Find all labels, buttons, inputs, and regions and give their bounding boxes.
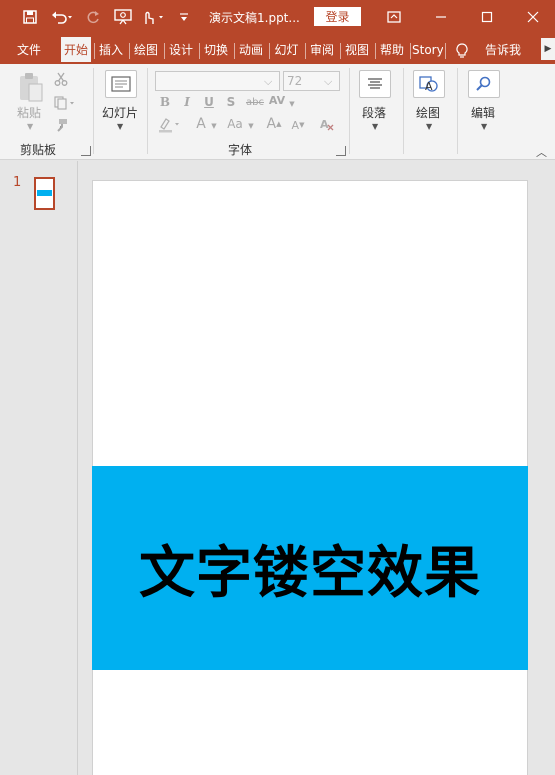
tab-view[interactable]: 视图 [342, 37, 372, 64]
slide-thumbnail[interactable] [34, 177, 55, 210]
font-size-dropdown-icon[interactable]: ⌵ [324, 73, 332, 91]
svg-text:A: A [425, 80, 433, 93]
tab-review[interactable]: 审阅 [307, 37, 337, 64]
drawing-label[interactable]: 绘图 [416, 104, 440, 121]
document-title: 演示文稿1.ppt... [209, 11, 300, 25]
svg-text:A: A [320, 118, 329, 131]
collapse-ribbon-icon[interactable]: ︿ [536, 144, 547, 160]
tab-separator [410, 43, 411, 59]
tab-help[interactable]: 帮助 [377, 37, 407, 64]
tab-separator [375, 43, 376, 59]
paragraph-dropdown-icon[interactable]: ▼ [372, 122, 378, 131]
tab-separator [269, 43, 270, 59]
lightbulb-icon [454, 42, 470, 60]
slide-title-text[interactable]: 文字镂空效果 [139, 528, 481, 609]
group-separator [93, 68, 94, 154]
ribbon-display-icon[interactable] [384, 6, 404, 28]
group-separator [349, 68, 350, 154]
paste-icon[interactable] [16, 72, 46, 104]
font-dialog-launcher-icon[interactable] [336, 146, 346, 156]
format-painter-icon[interactable] [52, 116, 70, 134]
editing-dropdown-icon[interactable]: ▼ [481, 122, 487, 131]
tab-insert[interactable]: 插入 [96, 37, 126, 64]
paste-dropdown-icon[interactable]: ▼ [27, 122, 33, 131]
change-case-dropdown-icon[interactable]: ▼ [247, 122, 255, 130]
paste-label[interactable]: 粘贴 [17, 104, 41, 121]
slide-number: 1 [13, 175, 22, 190]
strikethrough-button[interactable]: abc [244, 94, 266, 110]
tab-separator [164, 43, 165, 59]
paragraph-label[interactable]: 段落 [362, 104, 386, 121]
tab-separator [445, 43, 446, 59]
drawing-dropdown-icon[interactable]: ▼ [426, 122, 432, 131]
tab-separator [305, 43, 306, 59]
font-size-combo[interactable]: 72 ⌵ [283, 71, 340, 91]
group-separator [457, 68, 458, 154]
from-beginning-icon[interactable] [112, 6, 134, 28]
tab-separator [199, 43, 200, 59]
decrease-font-size-icon[interactable]: A ▼ [290, 117, 306, 133]
bold-button[interactable]: B [158, 94, 172, 110]
change-case-icon[interactable]: Aa [225, 115, 245, 133]
font-name-combo[interactable]: ⌵ [155, 71, 280, 91]
tab-separator [94, 43, 95, 59]
tab-scroll-right-icon[interactable]: ▶ [541, 38, 555, 60]
ribbon-tabs: 文件 开始 插入 绘图 设计 切换 动画 幻灯 审阅 视图 帮助 Story 告… [0, 34, 555, 64]
close-icon[interactable] [522, 6, 544, 28]
tab-draw[interactable]: 绘图 [131, 37, 161, 64]
undo-icon[interactable] [49, 6, 75, 28]
font-color-icon[interactable]: A [194, 115, 208, 133]
tab-separator [129, 43, 130, 59]
editing-label[interactable]: 编辑 [471, 104, 495, 121]
tab-animations[interactable]: 动画 [236, 37, 266, 64]
text-highlight-icon[interactable] [157, 116, 183, 134]
character-spacing-button[interactable]: AV [268, 92, 286, 108]
tab-separator [340, 43, 341, 59]
tab-separator [234, 43, 235, 59]
touch-mode-icon[interactable] [139, 6, 167, 28]
group-separator [403, 68, 404, 154]
clear-formatting-icon[interactable]: A [318, 116, 336, 134]
underline-button[interactable]: U [202, 94, 216, 110]
drawing-shapes-icon[interactable]: A [413, 70, 445, 98]
group-separator [147, 68, 148, 154]
new-slide-icon[interactable] [105, 70, 137, 98]
italic-button[interactable]: I [180, 94, 194, 110]
login-button[interactable]: 登录 [314, 7, 361, 26]
clipboard-dialog-launcher-icon[interactable] [81, 146, 91, 156]
redo-icon[interactable] [84, 6, 102, 28]
paragraph-icon[interactable] [359, 70, 391, 98]
new-slide-dropdown-icon[interactable]: ▼ [117, 122, 123, 131]
slides-thumbnail-pane [0, 161, 78, 775]
new-slide-label[interactable]: 幻灯片 [102, 104, 138, 121]
font-name-dropdown-icon[interactable]: ⌵ [264, 73, 272, 91]
tab-file[interactable]: 文件 [6, 37, 52, 64]
copy-icon[interactable] [52, 94, 78, 112]
font-group-label: 字体 [228, 143, 253, 157]
tab-slideshow[interactable]: 幻灯 [271, 37, 302, 64]
save-icon[interactable] [20, 6, 40, 28]
ribbon-home: 粘贴 ▼ 剪贴板 幻灯片 ▼ ⌵ 72 ⌵ B I U S abc AV ▼ A… [0, 64, 555, 160]
customize-qat-icon[interactable] [176, 6, 192, 28]
minimize-icon[interactable] [430, 6, 452, 28]
title-bar: 演示文稿1.ppt... 登录 [0, 0, 555, 34]
character-spacing-dropdown-icon[interactable]: ▼ [288, 100, 296, 108]
clipboard-group-label: 剪贴板 [20, 143, 57, 157]
font-color-dropdown-icon[interactable]: ▼ [210, 122, 218, 130]
slide-thumbnail-band [37, 190, 52, 196]
text-shadow-button[interactable]: S [224, 94, 238, 110]
tab-design[interactable]: 设计 [166, 37, 196, 64]
increase-font-size-icon[interactable]: A ▲ [265, 115, 283, 133]
tab-home[interactable]: 开始 [61, 37, 91, 64]
tab-transitions[interactable]: 切换 [201, 37, 231, 64]
cut-icon[interactable] [52, 70, 70, 88]
tab-storyline[interactable]: Story [412, 37, 443, 64]
baidu-watermark: Baidu 经验 [424, 716, 502, 732]
editing-search-icon[interactable] [468, 70, 500, 98]
slide-blue-band[interactable]: 文字镂空效果 [92, 466, 528, 670]
font-size-value: 72 [287, 74, 303, 88]
tell-me-search[interactable]: 告诉我 [478, 37, 528, 64]
maximize-icon[interactable] [476, 6, 498, 28]
